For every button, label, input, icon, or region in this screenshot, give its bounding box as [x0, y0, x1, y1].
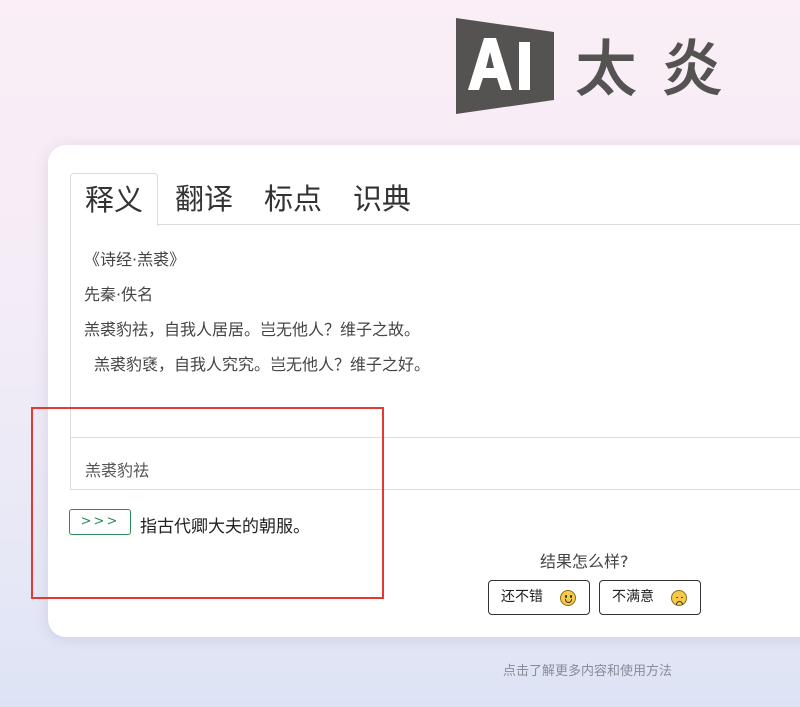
- feedback-bad-button[interactable]: 不满意: [599, 580, 701, 615]
- logo-ai-block: [456, 18, 554, 114]
- tab-biaodian[interactable]: 标点: [250, 173, 336, 225]
- feedback-good-button[interactable]: 还不错: [488, 580, 590, 615]
- poem-line-1: 羔裘豹祛，自我人居居。岂无他人？维子之故。: [84, 320, 421, 339]
- poem-author: 先秦·佚名: [84, 285, 154, 304]
- tab-shidian[interactable]: 识典: [339, 173, 425, 225]
- logo-char-yan: 炎: [662, 35, 722, 105]
- sad-emoji-icon: [671, 590, 687, 606]
- feedback-bad-label: 不满意: [612, 589, 654, 605]
- poem-title: 《诗经·羔裘》: [84, 250, 186, 269]
- highlight-frame: [31, 407, 384, 599]
- feedback-question: 结果怎么样?: [540, 552, 629, 571]
- app-logo: 太 炎: [456, 18, 736, 116]
- smile-emoji-icon: [560, 590, 576, 606]
- logo-char-tai: 太: [576, 35, 636, 105]
- tab-shiyi[interactable]: 释义: [70, 173, 159, 226]
- help-link[interactable]: 点击了解更多内容和使用方法: [503, 660, 672, 679]
- tab-bar: 释义 翻译 标点 识典: [70, 173, 800, 226]
- poem-line-2: 羔裘豹褎，自我人究究。岂无他人？维子之好。: [94, 355, 431, 374]
- tab-fanyi[interactable]: 翻译: [161, 173, 247, 225]
- feedback-good-label: 还不错: [501, 589, 543, 605]
